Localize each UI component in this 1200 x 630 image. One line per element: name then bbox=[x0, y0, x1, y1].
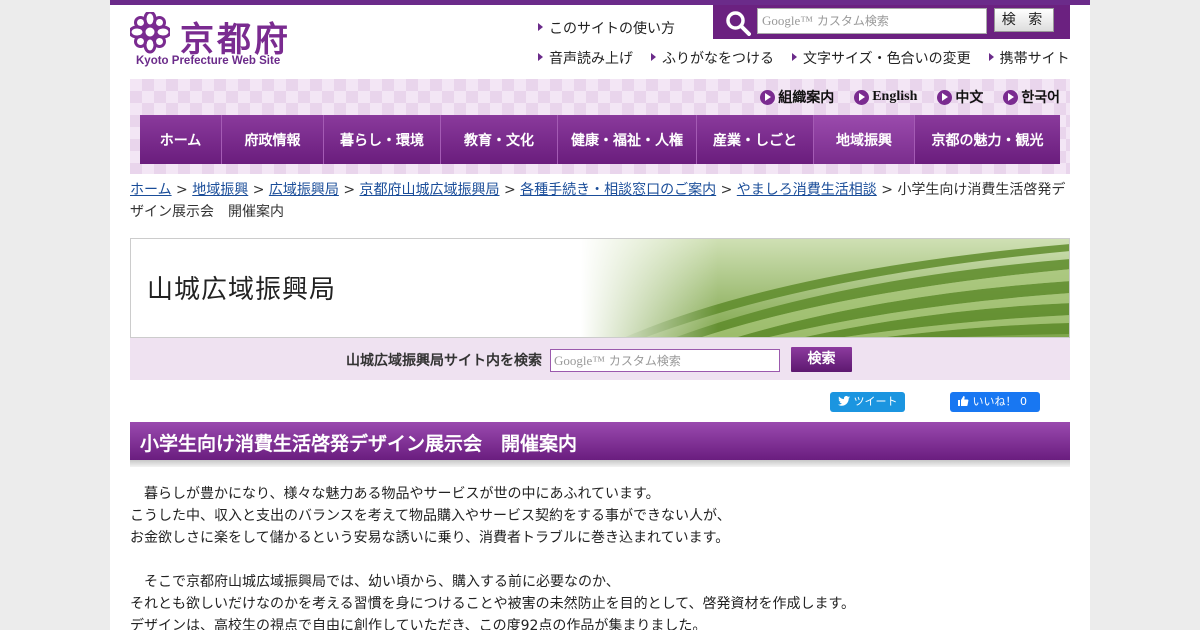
office-search-input[interactable]: Google™ カスタム検索 bbox=[550, 349, 780, 372]
kyoto-emblem-icon bbox=[130, 12, 170, 54]
logo-text: 京都府 bbox=[180, 20, 291, 60]
language-links: 組織案内 English 中文 한국어 bbox=[760, 87, 1060, 107]
nav-band: 組織案内 English 中文 한국어 ホーム 府政情報 暮らし・環境 教育・文… bbox=[130, 79, 1070, 174]
breadcrumb-link[interactable]: やましろ消費生活相談 bbox=[737, 182, 877, 198]
like-label: いいね！ 0 bbox=[972, 395, 1028, 408]
breadcrumb: ホーム > 地域振興 > 広域振興局 > 京都府山城広域振興局 > 各種手続き・… bbox=[130, 179, 1075, 223]
twitter-bird-icon bbox=[838, 396, 850, 406]
nav-tourism[interactable]: 京都の魅力・観光 bbox=[915, 115, 1060, 164]
breadcrumb-link[interactable]: 広域振興局 bbox=[269, 182, 339, 198]
util-link-furigana[interactable]: ふりがなをつける bbox=[651, 48, 774, 68]
breadcrumb-link[interactable]: ホーム bbox=[130, 182, 172, 198]
tweet-button[interactable]: ツイート bbox=[830, 392, 905, 412]
facebook-like-button[interactable]: いいね！ 0 bbox=[950, 392, 1040, 412]
article-paragraph: そこで京都府山城広域振興局では、幼い頃から、購入する前に必要なのか、 それとも欲… bbox=[130, 574, 856, 630]
nav-regional[interactable]: 地域振興 bbox=[814, 115, 915, 164]
arrow-circle-icon bbox=[937, 89, 953, 105]
logo-subtitle: Kyoto Prefecture Web Site bbox=[136, 55, 281, 67]
lang-label: 組織案内 bbox=[778, 91, 835, 106]
utility-links: 音声読み上げ ふりがなをつける 文字サイズ・色合いの変更 携帯サイト bbox=[538, 48, 1070, 68]
lang-label: 한국어 bbox=[1021, 91, 1060, 106]
lang-label: English bbox=[872, 89, 918, 104]
breadcrumb-separator: > bbox=[252, 182, 265, 198]
nav-education[interactable]: 教育・文化 bbox=[441, 115, 558, 164]
nav-government[interactable]: 府政情報 bbox=[222, 115, 324, 164]
office-search-button[interactable]: 検索 bbox=[791, 347, 852, 372]
lang-link-korean[interactable]: 한국어 bbox=[1003, 87, 1060, 107]
breadcrumb-separator: > bbox=[881, 182, 893, 198]
lang-label: 中文 bbox=[955, 91, 984, 106]
arrow-circle-icon bbox=[760, 89, 776, 105]
google-logo-icon: Google™ bbox=[762, 13, 814, 28]
article-title: 小学生向け消費生活啓発デザイン展示会 開催案内 bbox=[140, 433, 578, 455]
breadcrumb-link[interactable]: 各種手続き・相談窓口のご案内 bbox=[520, 182, 716, 198]
lang-link-chinese[interactable]: 中文 bbox=[937, 87, 983, 107]
nav-living[interactable]: 暮らし・環境 bbox=[324, 115, 441, 164]
breadcrumb-link[interactable]: 京都府山城広域振興局 bbox=[360, 182, 500, 198]
util-link-text-size[interactable]: 文字サイズ・色合いの変更 bbox=[792, 48, 971, 68]
thumbs-up-icon bbox=[958, 396, 969, 406]
util-link-mobile[interactable]: 携帯サイト bbox=[989, 48, 1070, 68]
office-site-search: 山城広域振興局サイト内を検索 Google™ カスタム検索 検索 bbox=[130, 338, 1070, 380]
search-placeholder: カスタム検索 bbox=[816, 14, 889, 28]
search-button[interactable]: 検 索 bbox=[994, 8, 1054, 32]
search-icon[interactable] bbox=[725, 10, 751, 36]
util-link-voice[interactable]: 音声読み上げ bbox=[538, 48, 633, 68]
site-logo[interactable]: 京都府 Kyoto Prefecture Web Site bbox=[130, 10, 300, 72]
global-nav: ホーム 府政情報 暮らし・環境 教育・文化 健康・福祉・人権 産業・しごと 地域… bbox=[140, 115, 1060, 164]
google-logo-icon: Google™ bbox=[554, 353, 606, 368]
page: 京都府 Kyoto Prefecture Web Site Google™ カス… bbox=[110, 0, 1090, 630]
tweet-label: ツイート bbox=[853, 395, 898, 408]
office-search-label: 山城広域振興局サイト内を検索 bbox=[346, 353, 542, 369]
office-search-placeholder: カスタム検索 bbox=[608, 354, 681, 368]
banner-title: 山城広域振興局 bbox=[147, 275, 337, 305]
arrow-circle-icon bbox=[854, 89, 870, 105]
office-banner: 山城広域振興局 bbox=[130, 238, 1070, 338]
breadcrumb-separator: > bbox=[176, 182, 188, 198]
title-shadow bbox=[130, 460, 1070, 467]
article-paragraph: 暮らしが豊かになり、様々な魅力ある物品やサービスが世の中にあふれています。 こう… bbox=[130, 486, 731, 546]
breadcrumb-link[interactable]: 地域振興 bbox=[192, 182, 248, 198]
site-usage-link[interactable]: このサイトの使い方 bbox=[538, 18, 675, 38]
site-search: Google™ カスタム検索 検 索 bbox=[713, 5, 1070, 39]
breadcrumb-separator: > bbox=[503, 182, 516, 198]
search-input[interactable]: Google™ カスタム検索 bbox=[757, 8, 987, 34]
lang-link-organization[interactable]: 組織案内 bbox=[760, 87, 834, 107]
tea-field-image bbox=[581, 239, 1069, 337]
article-body: 暮らしが豊かになり、様々な魅力ある物品やサービスが世の中にあふれています。 こう… bbox=[130, 483, 1070, 630]
breadcrumb-separator: > bbox=[720, 182, 733, 198]
nav-industry[interactable]: 産業・しごと bbox=[697, 115, 814, 164]
breadcrumb-separator: > bbox=[343, 182, 356, 198]
article-title-bar: 小学生向け消費生活啓発デザイン展示会 開催案内 bbox=[130, 422, 1070, 460]
lang-link-english[interactable]: English bbox=[854, 87, 917, 107]
nav-home[interactable]: ホーム bbox=[140, 115, 222, 164]
nav-health[interactable]: 健康・福祉・人権 bbox=[558, 115, 697, 164]
arrow-circle-icon bbox=[1003, 89, 1019, 105]
